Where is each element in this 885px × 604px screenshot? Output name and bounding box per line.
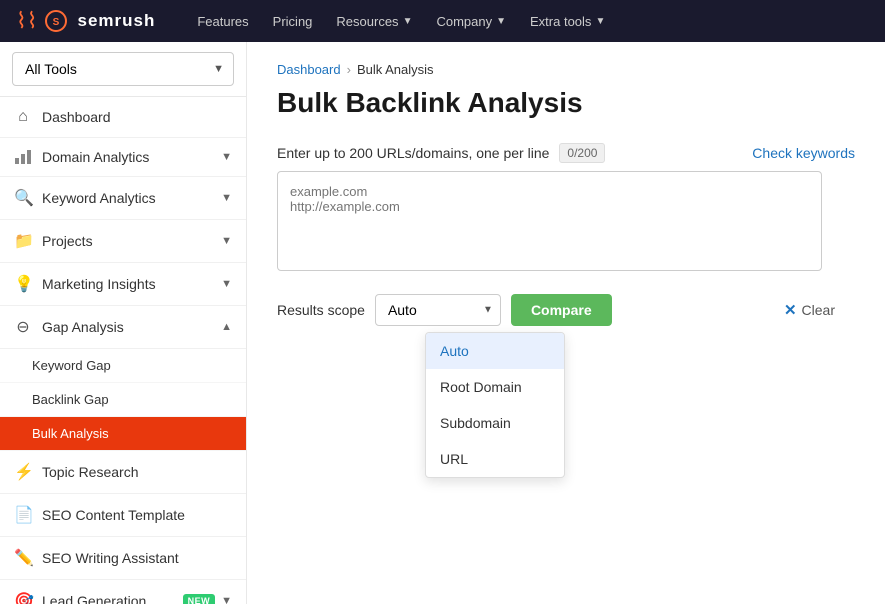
- scope-select-wrapper: Auto Root Domain Subdomain URL ▼: [375, 294, 501, 326]
- extra-tools-dropdown-icon: ▼: [595, 16, 605, 27]
- all-tools-wrapper: All Tools ▼: [12, 52, 234, 86]
- scope-dropdown-menu: Auto Root Domain Subdomain URL: [425, 332, 565, 478]
- resources-dropdown-icon: ▼: [403, 16, 413, 27]
- sidebar-select-container: All Tools ▼: [0, 42, 246, 97]
- url-input-label-row: Enter up to 200 URLs/domains, one per li…: [277, 143, 855, 163]
- lead-generation-icon: 🎯: [14, 591, 32, 604]
- sidebar-item-bulk-analysis[interactable]: Bulk Analysis: [0, 417, 246, 451]
- dropdown-option-subdomain[interactable]: Subdomain: [426, 405, 564, 441]
- sidebar-item-backlink-gap[interactable]: Backlink Gap: [0, 383, 246, 417]
- logo-emblem: S: [45, 10, 67, 32]
- dropdown-option-auto[interactable]: Auto: [426, 333, 564, 369]
- seo-writing-assistant-icon: ✏️: [14, 548, 32, 568]
- keyword-analytics-icon: 🔍: [14, 188, 32, 208]
- dropdown-option-root-domain[interactable]: Root Domain: [426, 369, 564, 405]
- sidebar-item-dashboard[interactable]: ⌂ Dashboard: [0, 97, 246, 138]
- projects-expand-icon: ▼: [221, 235, 232, 247]
- all-tools-select[interactable]: All Tools: [12, 52, 234, 86]
- nav-resources[interactable]: Resources ▼: [326, 10, 422, 33]
- main-layout: All Tools ▼ ⌂ Dashboard Domain Analytics…: [0, 42, 885, 604]
- dashboard-icon: ⌂: [14, 108, 32, 126]
- marketing-insights-expand-icon: ▼: [221, 278, 232, 290]
- sidebar: All Tools ▼ ⌂ Dashboard Domain Analytics…: [0, 42, 247, 604]
- top-nav: ⌇⌇ S semrush Features Pricing Resources …: [0, 0, 885, 42]
- main-content: Dashboard › Bulk Analysis Bulk Backlink …: [247, 42, 885, 604]
- results-scope-label: Results scope: [277, 302, 365, 318]
- nav-links: Features Pricing Resources ▼ Company ▼ E…: [187, 10, 615, 33]
- domain-analytics-icon: [14, 150, 32, 164]
- seo-content-template-icon: 📄: [14, 505, 32, 525]
- marketing-insights-icon: 💡: [14, 274, 32, 294]
- results-scope-row: Results scope Auto Root Domain Subdomain…: [277, 294, 855, 326]
- brand-logo: ⌇⌇ S semrush: [16, 8, 155, 34]
- compare-button[interactable]: Compare: [511, 294, 612, 326]
- nav-company[interactable]: Company ▼: [426, 10, 516, 33]
- breadcrumb-current: Bulk Analysis: [357, 62, 434, 77]
- nav-extra-tools[interactable]: Extra tools ▼: [520, 10, 615, 33]
- nav-features[interactable]: Features: [187, 10, 258, 33]
- lead-generation-expand-icon: ▼: [221, 595, 232, 604]
- brand-name: semrush: [77, 11, 155, 31]
- sidebar-item-gap-analysis[interactable]: ⊖ Gap Analysis ▲: [0, 306, 246, 349]
- breadcrumb-home[interactable]: Dashboard: [277, 62, 341, 77]
- url-count-badge: 0/200: [559, 143, 605, 163]
- sidebar-item-seo-writing-assistant[interactable]: ✏️ SEO Writing Assistant: [0, 537, 246, 580]
- url-input-section: Enter up to 200 URLs/domains, one per li…: [277, 143, 855, 274]
- sidebar-item-lead-generation[interactable]: 🎯 Lead Generation NEW ▼: [0, 580, 246, 604]
- url-textarea[interactable]: [277, 171, 822, 271]
- sidebar-item-topic-research[interactable]: ⚡ Topic Research: [0, 451, 246, 494]
- breadcrumb: Dashboard › Bulk Analysis: [277, 62, 855, 77]
- sidebar-item-marketing-insights[interactable]: 💡 Marketing Insights ▼: [0, 263, 246, 306]
- projects-icon: 📁: [14, 231, 32, 251]
- gap-analysis-icon: ⊖: [14, 317, 32, 337]
- logo-icon: ⌇⌇: [16, 8, 37, 34]
- keyword-analytics-expand-icon: ▼: [221, 192, 232, 204]
- company-dropdown-icon: ▼: [496, 16, 506, 27]
- topic-research-icon: ⚡: [14, 462, 32, 482]
- breadcrumb-separator: ›: [347, 62, 351, 77]
- new-badge: NEW: [183, 594, 216, 604]
- sidebar-item-keyword-gap[interactable]: Keyword Gap: [0, 349, 246, 383]
- sidebar-item-projects[interactable]: 📁 Projects ▼: [0, 220, 246, 263]
- clear-x-icon: ✕: [784, 301, 797, 319]
- svg-text:S: S: [53, 17, 60, 28]
- dropdown-option-url[interactable]: URL: [426, 441, 564, 477]
- domain-analytics-expand-icon: ▼: [221, 151, 232, 163]
- scope-select[interactable]: Auto Root Domain Subdomain URL: [375, 294, 501, 326]
- gap-analysis-expand-icon: ▲: [221, 321, 232, 333]
- clear-button[interactable]: ✕ Clear: [784, 301, 835, 319]
- sidebar-item-keyword-analytics[interactable]: 🔍 Keyword Analytics ▼: [0, 177, 246, 220]
- nav-pricing[interactable]: Pricing: [263, 10, 323, 33]
- sidebar-item-domain-analytics[interactable]: Domain Analytics ▼: [0, 138, 246, 177]
- page-title: Bulk Backlink Analysis: [277, 87, 855, 119]
- check-keywords-link[interactable]: Check keywords: [752, 145, 855, 161]
- sidebar-item-seo-content-template[interactable]: 📄 SEO Content Template: [0, 494, 246, 537]
